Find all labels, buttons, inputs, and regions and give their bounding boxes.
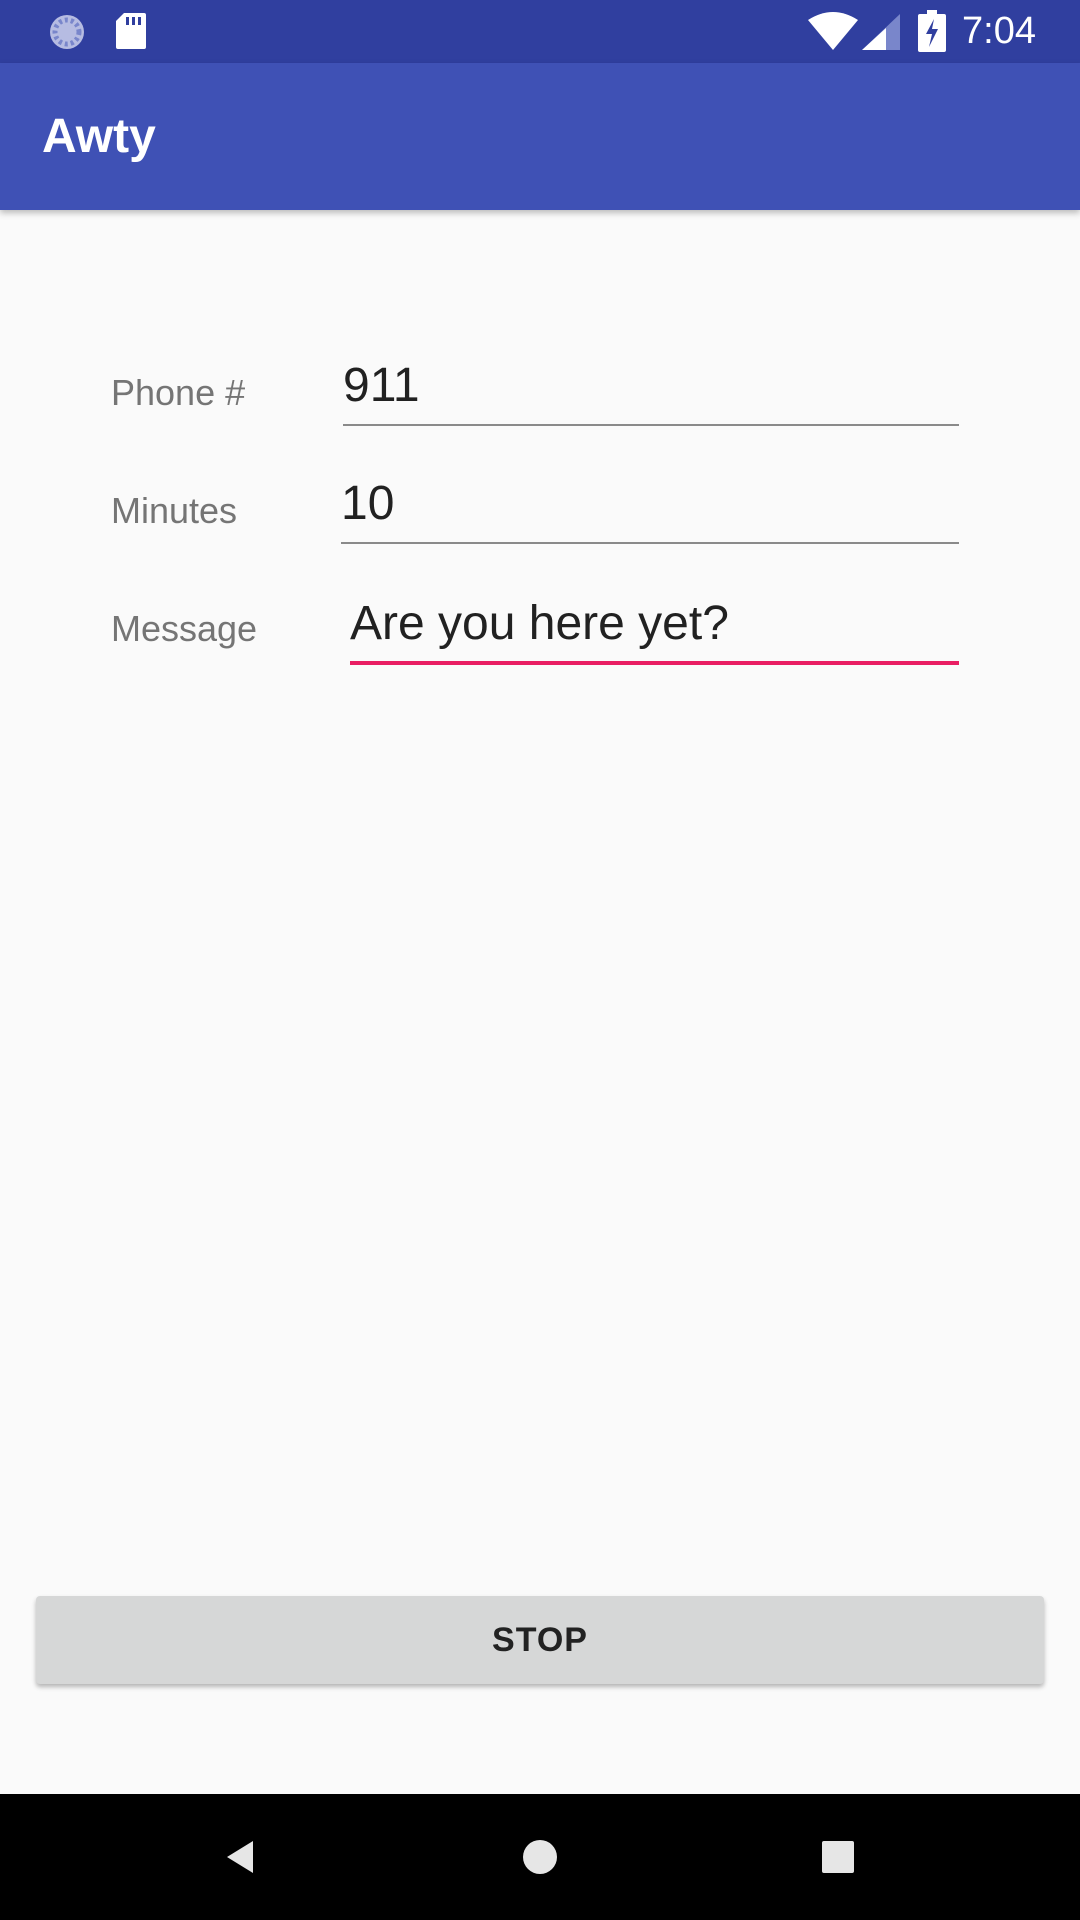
- back-button[interactable]: [211, 1827, 271, 1887]
- battery-charging-icon: [918, 10, 946, 52]
- screen: 7:04 Awty Phone # 911 Minutes 10 Message…: [0, 0, 1080, 1920]
- back-icon: [227, 1841, 253, 1873]
- minutes-label: Minutes: [111, 490, 238, 531]
- phone-label: Phone #: [111, 372, 246, 413]
- stop-button-label: STOP: [492, 1620, 588, 1659]
- message-underline: [350, 661, 959, 665]
- loader-icon: [50, 15, 84, 49]
- app-title: Awty: [42, 110, 156, 163]
- home-icon: [523, 1840, 557, 1874]
- phone-field[interactable]: 911: [343, 359, 959, 426]
- message-field[interactable]: Are you here yet?: [350, 597, 959, 665]
- message-value: Are you here yet?: [350, 597, 729, 650]
- message-label: Message: [111, 608, 258, 649]
- cell-signal-icon: [862, 14, 900, 50]
- recents-button[interactable]: [808, 1827, 868, 1887]
- stop-button[interactable]: STOP: [36, 1596, 1044, 1684]
- minutes-value: 10: [341, 477, 395, 530]
- phone-underline: [343, 424, 959, 426]
- minutes-field[interactable]: 10: [341, 477, 959, 544]
- status-bar: 7:04: [0, 0, 1080, 63]
- navigation-bar: [0, 1794, 1080, 1920]
- status-clock: 7:04: [962, 10, 1036, 52]
- app-bar: Awty: [0, 63, 1080, 210]
- recents-icon: [822, 1841, 854, 1873]
- phone-value: 911: [343, 359, 420, 412]
- home-button[interactable]: [510, 1827, 570, 1887]
- minutes-underline: [341, 542, 959, 544]
- wifi-icon: [808, 12, 858, 50]
- sd-card-icon: [116, 13, 146, 49]
